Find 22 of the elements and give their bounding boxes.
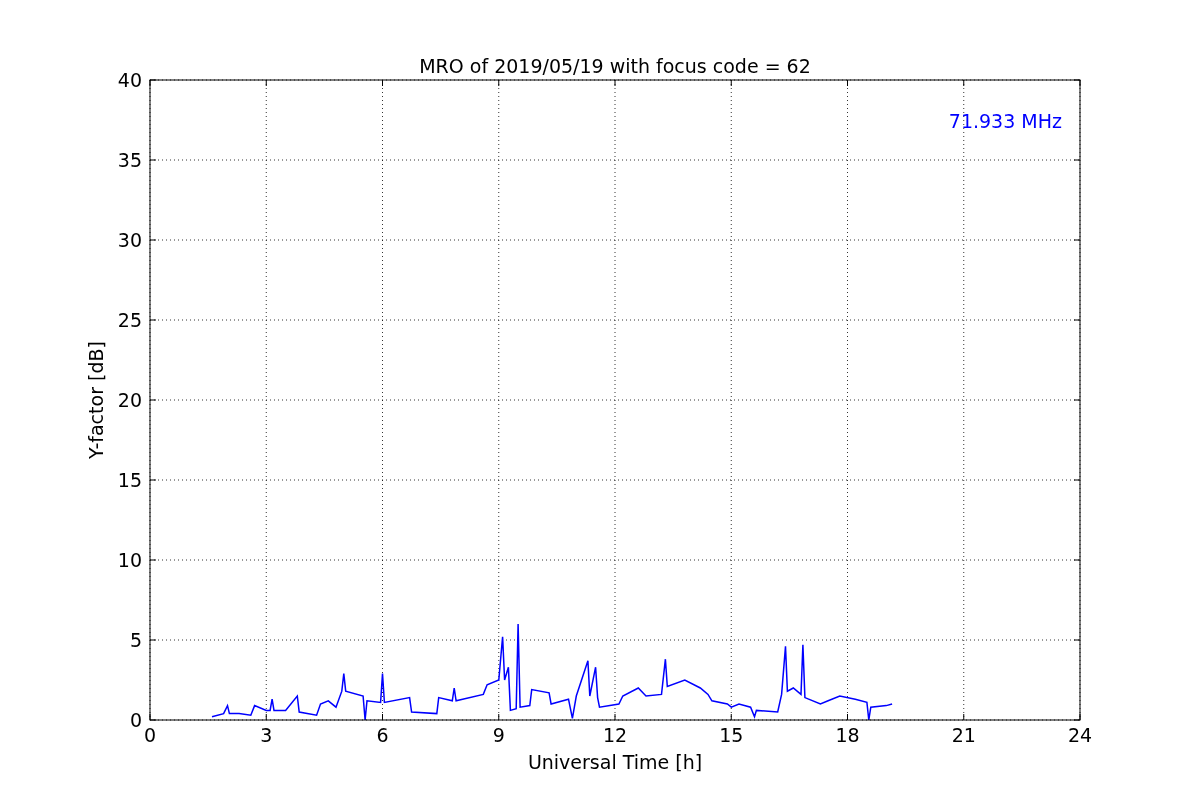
y-tick-label: 40 bbox=[117, 69, 142, 91]
x-tick-label: 21 bbox=[951, 724, 976, 746]
x-tick-label: 6 bbox=[376, 724, 389, 746]
x-tick-label: 12 bbox=[602, 724, 628, 746]
y-tick-label: 15 bbox=[117, 469, 142, 491]
series-name: 71.933 MHz bbox=[948, 110, 1062, 132]
y-tick-label: 35 bbox=[117, 149, 142, 171]
y-axis-label: Y-factor [dB] bbox=[85, 341, 107, 459]
x-tick-label: 3 bbox=[260, 724, 273, 746]
y-tick-label: 25 bbox=[117, 309, 142, 331]
x-tick-label: 15 bbox=[719, 724, 744, 746]
y-tick-label: 20 bbox=[117, 389, 142, 411]
chart-title: MRO of 2019/05/19 with focus code = 62 bbox=[419, 55, 811, 77]
y-tick-label: 10 bbox=[117, 549, 142, 571]
x-tick-label: 24 bbox=[1067, 724, 1093, 746]
x-tick-label: 9 bbox=[492, 724, 505, 746]
x-axis-label: Universal Time [h] bbox=[527, 751, 703, 773]
y-tick-label: 0 bbox=[129, 709, 142, 731]
x-tick-label: 18 bbox=[835, 724, 860, 746]
y-tick-label: 30 bbox=[117, 229, 142, 251]
y-tick-label: 5 bbox=[129, 629, 142, 651]
x-tick-label: 0 bbox=[143, 724, 157, 746]
